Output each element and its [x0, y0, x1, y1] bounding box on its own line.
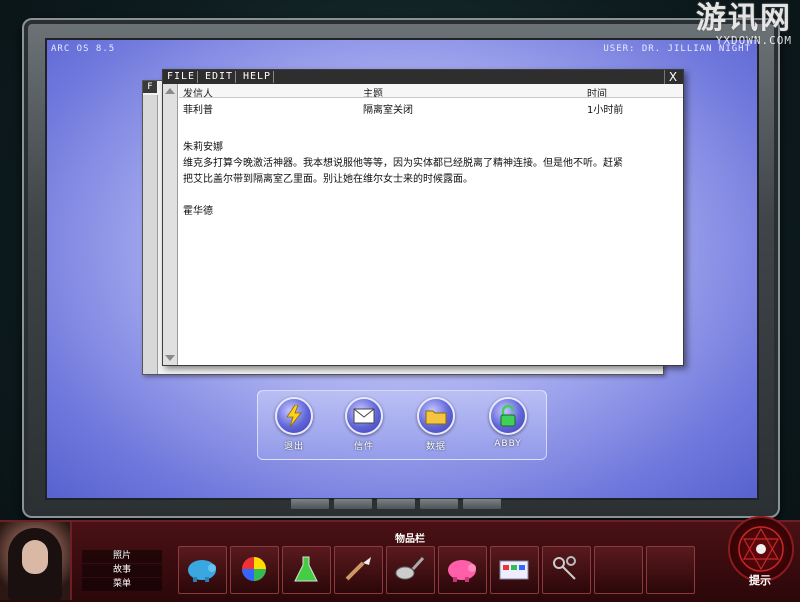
- inventory-slot[interactable]: [438, 546, 487, 594]
- message-line-2: 把艾比盖尔带到隔离室乙里面。别让她在维尔女士来的时候露面。: [183, 174, 473, 185]
- menu-file[interactable]: FILE: [165, 71, 199, 83]
- lightning-icon[interactable]: [275, 397, 313, 435]
- menu-bar: FILE EDIT HELP X: [163, 70, 683, 84]
- inventory-slots: [178, 546, 718, 598]
- color-wheel-icon: [242, 557, 266, 581]
- message-line-1: 维克多打算今晚激活神器。我本想说服他等等，因为实体都已经脱离了精神连接。但是他不…: [183, 158, 623, 169]
- story-button[interactable]: 故事: [82, 564, 162, 577]
- hint-label: 提示: [749, 574, 771, 587]
- side-menu: 照片 故事 菜单: [82, 550, 162, 592]
- exit-button[interactable]: 退出: [266, 397, 322, 452]
- inventory-slot[interactable]: [386, 546, 435, 594]
- inventory-slot[interactable]: [542, 546, 591, 594]
- os-name: ARC OS 8.5: [51, 44, 116, 54]
- envelope-icon[interactable]: [345, 397, 383, 435]
- mail-window: FILE EDIT HELP X 发信人 主题 时间 菲利普 隔离室关闭 1小时…: [162, 69, 684, 366]
- app-dock: 退出 信件 数据 ABBY: [257, 390, 547, 460]
- mail-label: 信件: [353, 442, 374, 452]
- magnifier-spoon-icon: [395, 556, 425, 580]
- flask-icon: [294, 556, 318, 582]
- inventory-slot[interactable]: [490, 546, 539, 594]
- menu-button[interactable]: 菜单: [82, 578, 162, 591]
- mail-button[interactable]: 信件: [336, 397, 392, 452]
- message-body: 朱莉安娜 维克多打算今晚激活神器。我本想说服他等等，因为实体都已经脱离了精神连接…: [183, 140, 673, 220]
- monitor-button-3[interactable]: [376, 498, 416, 510]
- message-time[interactable]: 1小时前: [587, 101, 623, 116]
- padlock-icon[interactable]: [489, 397, 527, 435]
- close-button[interactable]: X: [664, 70, 681, 84]
- inventory-slot[interactable]: [594, 546, 643, 594]
- piggy-bank-blue-icon: [188, 560, 216, 582]
- background-window-title: F: [143, 81, 157, 93]
- monitor-button-4[interactable]: [419, 498, 459, 510]
- keys-icon: [553, 556, 576, 580]
- background-scrollbar[interactable]: [143, 95, 158, 374]
- scroll-down-icon[interactable]: [165, 355, 175, 361]
- paintbrush-icon: [345, 557, 371, 581]
- monitor-button-1[interactable]: [290, 498, 330, 510]
- inventory-slot[interactable]: [230, 546, 279, 594]
- inventory-slot[interactable]: [646, 546, 695, 594]
- inventory-slot[interactable]: [282, 546, 331, 594]
- monitor-button-2[interactable]: [333, 498, 373, 510]
- header-divider: [179, 97, 683, 98]
- computer-screen: ARC OS 8.5 USER: DR. JILLIAN NIGHT F FIL…: [45, 38, 759, 500]
- exit-label: 退出: [283, 442, 304, 452]
- message-sender[interactable]: 菲利普: [183, 101, 213, 116]
- photos-button[interactable]: 照片: [82, 550, 162, 563]
- monitor-controls: [290, 498, 502, 510]
- message-greeting: 朱莉安娜: [183, 142, 223, 153]
- message-subject[interactable]: 隔离室关闭: [363, 101, 413, 116]
- monitor-button-5[interactable]: [462, 498, 502, 510]
- inventory-title: 物品栏: [395, 534, 425, 545]
- avatar: [0, 522, 72, 600]
- folder-icon[interactable]: [417, 397, 455, 435]
- piggy-bank-pink-icon: [448, 560, 476, 582]
- hint-button[interactable]: 提示: [722, 510, 798, 598]
- menu-edit[interactable]: EDIT: [203, 71, 237, 83]
- menu-help[interactable]: HELP: [241, 71, 275, 83]
- data-label: 数据: [425, 442, 446, 452]
- paint-set-icon: [499, 560, 529, 580]
- abby-button[interactable]: ABBY: [480, 397, 536, 449]
- inventory-slot[interactable]: [178, 546, 227, 594]
- inventory-slot[interactable]: [334, 546, 383, 594]
- vertical-scrollbar[interactable]: [163, 84, 178, 365]
- column-header-row: [179, 84, 683, 97]
- message-signature: 霍华德: [183, 206, 213, 217]
- user-label: USER: DR. JILLIAN NIGHT: [603, 44, 751, 54]
- scroll-up-icon[interactable]: [165, 88, 175, 94]
- data-button[interactable]: 数据: [408, 397, 464, 452]
- abby-label: ABBY: [494, 439, 522, 449]
